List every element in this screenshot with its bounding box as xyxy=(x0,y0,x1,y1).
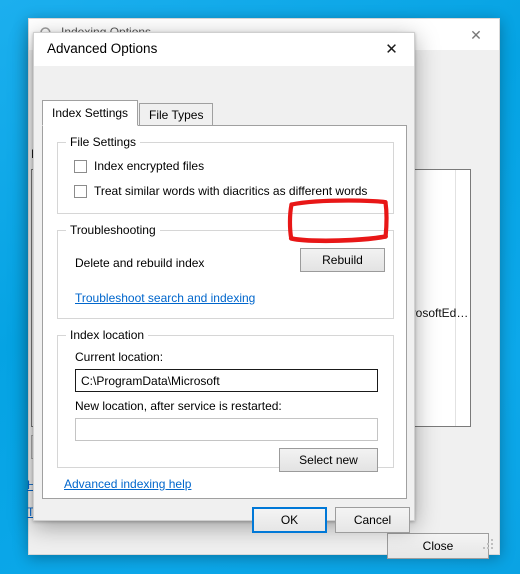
tab-page-index-settings: File Settings Index encrypted files Trea… xyxy=(42,125,407,499)
listbox-scrollbar[interactable] xyxy=(455,170,470,426)
indexing-options-close-dialog-button[interactable]: Close xyxy=(387,533,489,559)
group-file-settings: File Settings Index encrypted files Trea… xyxy=(57,135,394,214)
advanced-options-dialog: Advanced Options ✕ Index Settings File T… xyxy=(33,32,415,533)
checkbox-index-encrypted-files[interactable]: Index encrypted files xyxy=(74,159,204,173)
cancel-button[interactable]: Cancel xyxy=(335,507,410,533)
current-location-field[interactable]: C:\ProgramData\Microsoft xyxy=(75,369,378,392)
checkbox-box[interactable] xyxy=(74,184,87,198)
indexing-options-close-button[interactable]: ✕ xyxy=(453,19,499,50)
group-index-location: Index location Current location: C:\Prog… xyxy=(57,328,394,472)
tab-index-settings[interactable]: Index Settings xyxy=(42,100,139,126)
checkbox-box[interactable] xyxy=(74,159,87,173)
new-location-label: New location, after service is restarted… xyxy=(75,399,282,413)
dialog-close-button[interactable]: ✕ xyxy=(369,33,414,66)
checkbox-label: Index encrypted files xyxy=(94,159,205,173)
resize-grip-icon[interactable] xyxy=(483,539,495,551)
checkbox-treat-diacritics[interactable]: Treat similar words with diacritics as d… xyxy=(74,184,367,198)
select-new-button[interactable]: Select new xyxy=(279,448,378,472)
dialog-body: Index Settings File Types File Settings … xyxy=(34,66,414,533)
rebuild-button[interactable]: Rebuild xyxy=(300,248,385,272)
dialog-titlebar: Advanced Options ✕ xyxy=(34,33,414,66)
dialog-title: Advanced Options xyxy=(47,41,158,56)
group-troubleshooting-legend: Troubleshooting xyxy=(66,223,160,237)
checkbox-label: Treat similar words with diacritics as d… xyxy=(94,184,368,198)
advanced-indexing-help-link[interactable]: Advanced indexing help xyxy=(64,477,191,491)
new-location-field[interactable] xyxy=(75,418,378,441)
group-file-settings-legend: File Settings xyxy=(66,135,141,149)
group-index-location-legend: Index location xyxy=(66,328,149,342)
group-troubleshooting: Troubleshooting Delete and rebuild index… xyxy=(57,223,394,319)
troubleshoot-search-and-indexing-link[interactable]: Troubleshoot search and indexing xyxy=(75,291,255,305)
current-location-label: Current location: xyxy=(75,350,164,364)
ok-button[interactable]: OK xyxy=(252,507,327,533)
tab-file-types[interactable]: File Types xyxy=(139,103,214,126)
rebuild-description: Delete and rebuild index xyxy=(75,256,205,270)
